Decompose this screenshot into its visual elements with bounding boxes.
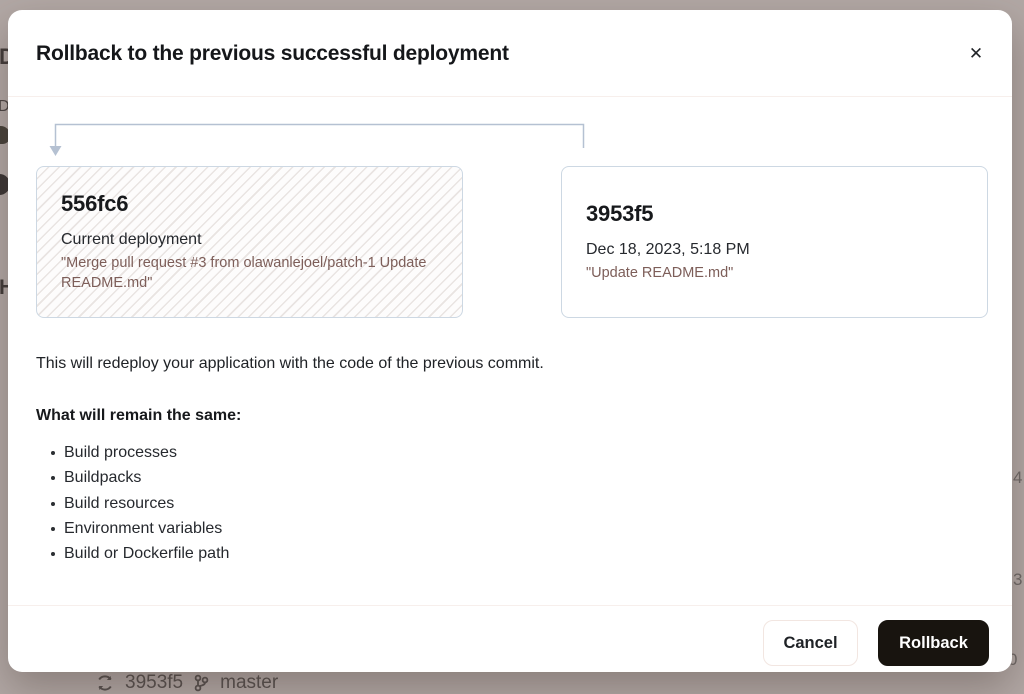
header-divider bbox=[8, 96, 1012, 97]
rollback-button[interactable]: Rollback bbox=[878, 620, 989, 666]
previous-deployment-timestamp: Dec 18, 2023, 5:18 PM bbox=[586, 241, 963, 259]
footer-divider bbox=[8, 605, 1012, 606]
background-clipped-digit: 4 bbox=[1013, 468, 1022, 488]
previous-deployment-card: 3953f5 Dec 18, 2023, 5:18 PM "Update REA… bbox=[561, 166, 988, 318]
list-item: Build processes bbox=[36, 440, 229, 465]
current-deployment-label: Current deployment bbox=[61, 231, 438, 249]
current-commit-message: "Merge pull request #3 from olawanlejoel… bbox=[61, 253, 438, 294]
rollback-direction-arrow bbox=[48, 118, 593, 164]
close-icon: ✕ bbox=[969, 44, 983, 63]
close-button[interactable]: ✕ bbox=[960, 38, 992, 70]
cancel-button[interactable]: Cancel bbox=[763, 620, 858, 666]
remain-same-heading: What will remain the same: bbox=[36, 407, 241, 425]
remain-same-list: Build processes Buildpacks Build resourc… bbox=[36, 440, 229, 566]
background-branch-name: master bbox=[220, 672, 278, 694]
background-deployment-bar: 3953f5 master bbox=[96, 672, 278, 694]
list-item: Build resources bbox=[36, 491, 229, 516]
modal-title: Rollback to the previous successful depl… bbox=[36, 40, 509, 68]
previous-commit-message: "Update README.md" bbox=[586, 263, 963, 283]
background-commit-hash: 3953f5 bbox=[125, 672, 183, 694]
rollback-description: This will redeploy your application with… bbox=[36, 355, 544, 373]
branch-icon bbox=[194, 674, 209, 692]
list-item: Buildpacks bbox=[36, 465, 229, 490]
background-clipped-digit: 3 bbox=[1013, 570, 1022, 590]
current-deployment-card: 556fc6 Current deployment "Merge pull re… bbox=[36, 166, 463, 318]
commit-icon bbox=[96, 674, 114, 692]
rollback-modal: Rollback to the previous successful depl… bbox=[8, 10, 1012, 672]
list-item: Environment variables bbox=[36, 516, 229, 541]
list-item: Build or Dockerfile path bbox=[36, 541, 229, 566]
current-commit-hash: 556fc6 bbox=[61, 191, 438, 217]
previous-commit-hash: 3953f5 bbox=[586, 201, 963, 227]
